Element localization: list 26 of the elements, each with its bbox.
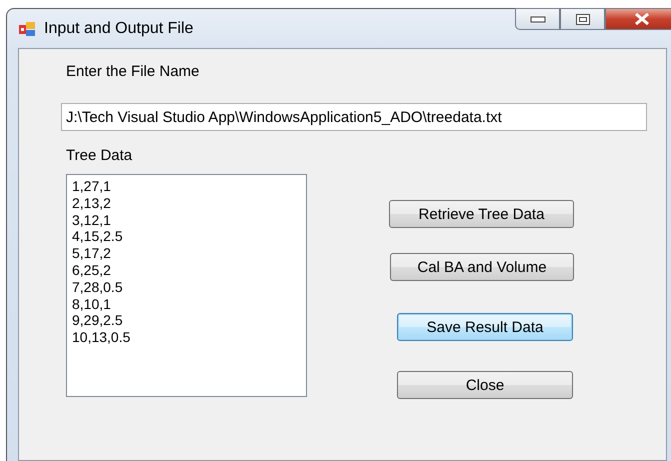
maximize-button[interactable] [560,8,605,30]
calculate-button[interactable]: Cal BA and Volume [390,253,574,281]
list-item[interactable]: 10,13,0.5 [72,329,306,346]
maximize-icon [574,12,590,26]
list-item[interactable]: 8,10,1 [72,296,306,312]
list-item[interactable]: 6,25,2 [72,262,306,279]
window-title: Input and Output File [44,20,194,38]
list-item[interactable]: 3,12,1 [72,212,306,228]
tree-data-list[interactable]: 1,27,1 2,13,2 3,12,1 4,15,2.5 5,17,2 6,25,2 7,28,0.5 8,10,1 9,29,2.5 10,13,0.5 [66,174,307,397]
retrieve-button[interactable]: Retrieve Tree Data [389,200,574,228]
list-item[interactable]: 9,29,2.5 [72,312,306,330]
list-item[interactable]: 1,27,1 [72,178,306,195]
list-label: Tree Data [66,147,134,164]
field-label: Enter the File Name [66,63,200,80]
list-item[interactable]: 4,15,2.5 [72,228,306,246]
save-button[interactable]: Save Result Data [397,313,573,341]
list-item[interactable]: 2,13,2 [72,194,306,212]
close-button[interactable] [605,8,671,30]
minimize-button[interactable] [515,8,560,30]
list-item[interactable]: 5,17,2 [72,245,306,262]
file-name-field[interactable]: J:\Tech Visual Studio App\WindowsApplication5_ADO\treedata.txt [61,103,647,131]
app-icon [18,20,36,36]
close-icon [634,13,650,25]
close-button[interactable]: Close [397,371,573,399]
list-item[interactable]: 7,28,0.5 [72,278,306,296]
minimize-icon [530,15,546,23]
